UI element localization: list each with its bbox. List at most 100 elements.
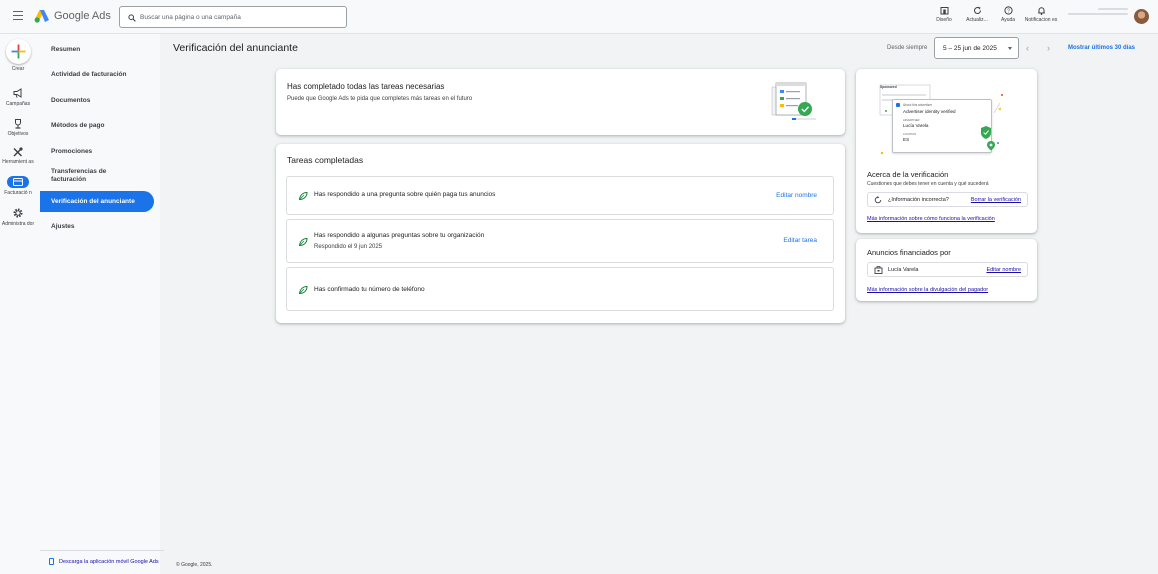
advertiser-name: Lucía Varela bbox=[903, 123, 929, 128]
refresh-icon bbox=[973, 6, 981, 14]
caret-down-icon bbox=[1008, 47, 1012, 50]
nav-item-settings[interactable]: Ajustes bbox=[40, 223, 154, 231]
payer-row: Lucía Varela Editar nombre bbox=[867, 262, 1028, 277]
tasks-card: Tareas completadas Has respondido a una … bbox=[276, 144, 845, 323]
bell-icon bbox=[1037, 7, 1045, 15]
show-last-30-days-button[interactable]: Mostrar últimos 30 días bbox=[1068, 45, 1135, 51]
completed-subtitle: Puede que Google Ads te pida que complet… bbox=[287, 96, 473, 102]
task-text: Has confirmado tu número de teléfono bbox=[314, 286, 425, 293]
mobile-app-link[interactable]: Descarga la aplicación móvil Google Ads bbox=[40, 550, 164, 565]
search-box[interactable] bbox=[119, 6, 347, 28]
nav-item-documents[interactable]: Documentos bbox=[40, 97, 154, 105]
help-button[interactable]: ? Ayuda bbox=[991, 6, 1025, 23]
rail-label-tools: Herramient as bbox=[2, 159, 34, 165]
delete-verification-link[interactable]: Borrar la verificación bbox=[971, 197, 1021, 203]
nav-item-summary[interactable]: Resumen bbox=[40, 46, 154, 54]
top-bar: Google Ads Diseño Actualiz... ? Ayuda No… bbox=[0, 0, 1158, 34]
create-button[interactable] bbox=[6, 39, 31, 64]
design-button[interactable]: Diseño bbox=[927, 6, 961, 23]
verification-info-link[interactable]: Más información sobre cómo funciona la v… bbox=[867, 216, 995, 222]
refresh-button[interactable]: Actualiz... bbox=[960, 6, 994, 23]
checklist-illustration-icon bbox=[771, 82, 816, 120]
help-icon: ? bbox=[1003, 6, 1013, 15]
task-text: Has respondido a algunas preguntas sobre… bbox=[314, 232, 485, 239]
date-range-picker[interactable]: 5 – 25 jun de 2025 bbox=[934, 37, 1019, 59]
advertiser-field-label: ADVERTISER bbox=[903, 119, 920, 122]
edit-task-button[interactable]: Editar tarea bbox=[783, 237, 817, 244]
nav-item-payment-methods[interactable]: Métodos de pago bbox=[40, 122, 154, 130]
phone-icon bbox=[49, 558, 54, 565]
left-rail: Crear Campañas Objetivos Herramient as F… bbox=[0, 34, 36, 574]
task-item-organization: Has respondido a algunas preguntas sobre… bbox=[286, 219, 834, 263]
rail-item-billing-active[interactable] bbox=[7, 176, 29, 188]
notifications-label: Notificacion es bbox=[1024, 17, 1058, 23]
task-answered-date: Respondido el 9 jun 2025 bbox=[314, 244, 383, 250]
mobile-app-link-label: Descarga la aplicación móvil Google Ads bbox=[59, 558, 159, 565]
task-text: Has respondido a una pregunta sobre quié… bbox=[314, 191, 496, 198]
about-verification-subtitle: Cuestiones que debes tener en cuenta y q… bbox=[867, 181, 989, 187]
rail-label-campaigns: Campañas bbox=[5, 101, 31, 107]
task-item-phone: Has confirmado tu número de teléfono bbox=[286, 267, 834, 311]
help-label: Ayuda bbox=[1000, 17, 1016, 23]
rail-label-admin: Administra dor bbox=[1, 221, 35, 227]
copyright: © Google, 2025. bbox=[176, 562, 213, 568]
design-icon bbox=[940, 7, 948, 15]
megaphone-icon[interactable] bbox=[12, 87, 24, 99]
nav-item-billing-transfers[interactable]: Transferencias de facturación bbox=[40, 168, 120, 184]
verification-illustration: Sponsored About this advertiser Advertis… bbox=[876, 83, 1026, 163]
tools-icon[interactable] bbox=[12, 146, 24, 158]
chevron-right-icon[interactable]: › bbox=[1047, 43, 1050, 53]
tasks-title: Tareas completadas bbox=[287, 155, 364, 165]
sidebar-nav: Resumen Actividad de facturación Documen… bbox=[36, 34, 164, 574]
search-icon bbox=[128, 14, 136, 22]
account-info[interactable] bbox=[1068, 8, 1128, 22]
completed-title: Has completado todas las tareas necesari… bbox=[287, 82, 445, 91]
page-title: Verificación del anunciante bbox=[173, 42, 298, 54]
ads-funded-by-title: Anuncios financiados por bbox=[867, 248, 951, 257]
avatar[interactable] bbox=[1134, 9, 1149, 24]
leaf-check-icon bbox=[298, 285, 308, 295]
trophy-icon[interactable] bbox=[12, 118, 24, 130]
design-label: Diseño bbox=[936, 17, 952, 23]
chevron-left-icon[interactable]: ‹ bbox=[1026, 43, 1029, 53]
search-input[interactable] bbox=[140, 11, 340, 24]
location-field-label: LOCATION bbox=[903, 133, 917, 136]
google-ads-logo-icon bbox=[34, 10, 49, 23]
completed-card: Has completado todas las tareas necesari… bbox=[276, 69, 845, 135]
rail-label-billing: Facturació n bbox=[4, 190, 32, 196]
menu-icon[interactable] bbox=[13, 11, 23, 21]
sponsored-label: Sponsored bbox=[880, 85, 897, 89]
date-range-label: Desde siempre bbox=[887, 45, 928, 51]
svg-text:?: ? bbox=[1007, 8, 1010, 14]
about-verification-card: Sponsored About this advertiser Advertis… bbox=[856, 69, 1037, 233]
leaf-check-icon bbox=[298, 191, 308, 201]
nav-item-promotions[interactable]: Promociones bbox=[40, 148, 154, 156]
date-range-value: 5 – 25 jun de 2025 bbox=[943, 45, 997, 52]
billing-icon bbox=[13, 178, 23, 186]
location-value: ES bbox=[903, 137, 910, 142]
brand-name: Google Ads bbox=[54, 10, 111, 22]
payer-name: Lucía Varela bbox=[888, 267, 919, 273]
nav-item-billing-activity[interactable]: Actividad de facturación bbox=[40, 71, 154, 79]
about-verification-title: Acerca de la verificación bbox=[867, 170, 949, 179]
verified-shield-icon bbox=[981, 126, 995, 151]
plus-icon bbox=[11, 44, 26, 59]
rail-label-create: Crear bbox=[11, 66, 25, 72]
info-square-icon bbox=[896, 103, 900, 107]
refresh-label: Actualiz... bbox=[966, 17, 988, 23]
incorrect-info-label: ¿Información incorrecta? bbox=[888, 197, 949, 203]
building-icon bbox=[874, 266, 883, 274]
edit-payer-name-link[interactable]: Editar nombre bbox=[986, 267, 1021, 273]
ads-funded-by-card: Anuncios financiados por Lucía Varela Ed… bbox=[856, 239, 1037, 301]
nav-item-advertiser-verification[interactable]: Verificación del anunciante bbox=[40, 191, 154, 212]
task-item-payer: Has respondido a una pregunta sobre quié… bbox=[286, 176, 834, 215]
gear-icon[interactable] bbox=[12, 207, 24, 219]
advertiser-info-mockup: About this advertiser Advertiser identit… bbox=[892, 99, 992, 153]
about-advertiser-label: About this advertiser bbox=[903, 103, 933, 107]
payer-disclosure-link[interactable]: Más información sobre la divulgación del… bbox=[867, 287, 988, 293]
notifications-button[interactable]: Notificacion es bbox=[1024, 6, 1058, 23]
edit-name-button[interactable]: Editar nombre bbox=[776, 192, 817, 199]
incorrect-info-row: ¿Información incorrecta? Borrar la verif… bbox=[867, 192, 1028, 207]
history-icon bbox=[874, 196, 882, 204]
identity-verified-label: Advertiser identity verified bbox=[903, 109, 956, 114]
